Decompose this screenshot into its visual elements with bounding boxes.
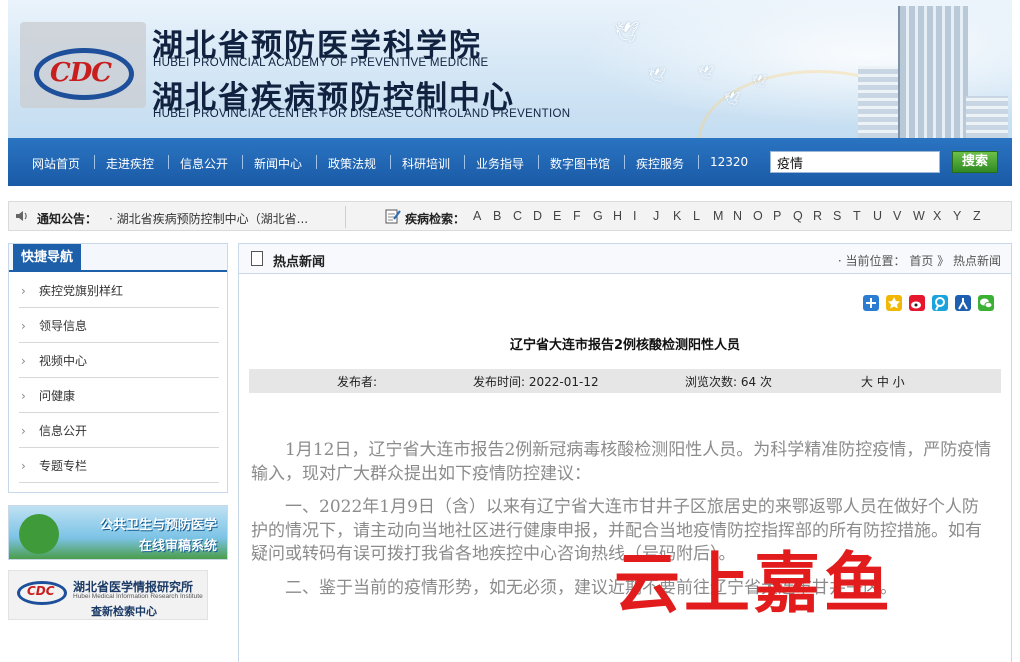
letter-link-d[interactable]: D (533, 209, 553, 223)
nav-item-about[interactable]: 走进疾控 (106, 155, 154, 172)
chevron-right-icon: › (21, 284, 26, 298)
quick-nav-item[interactable]: › 问健康 (19, 379, 219, 413)
section-title: 热点新闻 (273, 255, 326, 270)
meta-publish-time: 发布时间: 2022-01-12 (473, 375, 599, 389)
nav-item-guidance[interactable]: 业务指导 (476, 155, 524, 172)
letter-link-s[interactable]: S (833, 209, 853, 223)
tree-icon (19, 514, 59, 554)
letter-link-f[interactable]: F (573, 209, 593, 223)
search-button[interactable]: 搜索 (952, 151, 998, 173)
notice-label: 通知公告： (37, 212, 98, 226)
nav-item-policy[interactable]: 政策法规 (328, 155, 376, 172)
letter-link-l[interactable]: L (693, 209, 713, 223)
quick-nav-panel: 快捷导航 › 疾控党旗别样红 › 领导信息 › 视频中心 › 问健康 › 信息公… (8, 243, 228, 493)
quick-nav-item[interactable]: › 专题专栏 (19, 449, 219, 483)
letter-link-w[interactable]: W (913, 209, 933, 223)
chevron-right-icon: › (21, 459, 26, 473)
letter-link-i[interactable]: I (633, 209, 653, 223)
tencent-weibo-icon[interactable] (932, 295, 948, 311)
article-paragraph: 1月12日，辽宁省大连市报告2例新冠病毒核酸检测阳性人员。为科学精准防控疫情，严… (251, 440, 992, 484)
letter-link-m[interactable]: M (713, 209, 733, 223)
breadcrumb[interactable]: · 当前位置： 首页 》 热点新闻 (838, 252, 1001, 269)
nav-item-research[interactable]: 科研培训 (402, 155, 450, 172)
novelty-search-banner[interactable]: CDC 湖北省医学情报研究所 Hubei Medical Information… (8, 570, 208, 620)
disease-letter-index: ABCDEFGHIJKLMNOPQRSTUVWXYZ (473, 209, 993, 223)
chevron-right-icon: › (21, 319, 26, 333)
nav-item-news[interactable]: 新闻中心 (254, 155, 302, 172)
letter-link-e[interactable]: E (553, 209, 573, 223)
letter-link-n[interactable]: N (733, 209, 753, 223)
main-nav: 网站首页 走进疾控 信息公开 新闻中心 政策法规 科研培训 业务指导 数字图书馆… (8, 138, 1012, 186)
document-icon (251, 251, 263, 266)
qzone-icon[interactable] (886, 295, 902, 311)
dove-icon: 🕊 (648, 68, 666, 84)
nav-item-home[interactable]: 网站首页 (32, 155, 80, 172)
edit-search-icon (385, 209, 401, 224)
speaker-icon (16, 211, 27, 221)
letter-link-t[interactable]: T (853, 209, 873, 223)
quick-nav-item[interactable]: › 领导信息 (19, 309, 219, 343)
weibo-icon[interactable] (909, 295, 925, 311)
letter-link-o[interactable]: O (753, 209, 773, 223)
letter-link-k[interactable]: K (673, 209, 693, 223)
plus-icon[interactable] (863, 295, 879, 311)
dove-icon: 🕊 (724, 92, 741, 107)
quick-nav-item[interactable]: › 疾控党旗别样红 (19, 274, 219, 308)
letter-link-r[interactable]: R (813, 209, 833, 223)
letter-link-q[interactable]: Q (793, 209, 813, 223)
logo-text: CDC (27, 584, 55, 598)
letter-link-j[interactable]: J (653, 209, 673, 223)
meta-publisher: 发布者: (337, 375, 378, 389)
wechat-icon[interactable] (978, 295, 994, 311)
chevron-right-icon: › (21, 354, 26, 368)
nav-item-services[interactable]: 疾控服务 (636, 155, 684, 172)
font-size-controls[interactable]: 大 中 小 (861, 373, 905, 390)
letter-link-g[interactable]: G (593, 209, 613, 223)
cdc-logo[interactable]: CDC (20, 22, 146, 108)
notice-bar: 通知公告： · 湖北省疾病预防控制中心（湖北省... 疾病检索： ABCDEFG… (8, 201, 1012, 231)
letter-link-y[interactable]: Y (953, 209, 973, 223)
dove-icon: 🕊 (698, 66, 715, 81)
quick-nav-item[interactable]: › 信息公开 (19, 414, 219, 448)
meta-view-count: 浏览次数: 64 次 (685, 375, 772, 389)
renren-icon[interactable] (955, 295, 971, 311)
letter-link-h[interactable]: H (613, 209, 633, 223)
article-title: 辽宁省大连市报告2例核酸检测阳性人员 (509, 338, 741, 353)
letter-link-v[interactable]: V (893, 209, 913, 223)
nav-item-info[interactable]: 信息公开 (180, 155, 228, 172)
quick-nav-item[interactable]: › 视频中心 (19, 344, 219, 378)
article-meta: 发布者: 发布时间: 2022-01-12 浏览次数: 64 次 大 中 小 (249, 369, 1001, 393)
logo-text: CDC (50, 58, 112, 88)
search-input[interactable] (770, 151, 940, 173)
letter-link-z[interactable]: Z (973, 209, 993, 223)
nav-item-12320[interactable]: 12320 (710, 155, 748, 169)
chevron-right-icon: › (21, 424, 26, 438)
letter-link-u[interactable]: U (873, 209, 893, 223)
nav-item-library[interactable]: 数字图书馆 (550, 155, 610, 172)
quick-nav-title: 快捷导航 (13, 244, 82, 272)
disease-search-label: 疾病检索： (405, 212, 466, 226)
watermark: 云上嘉鱼 (614, 544, 894, 622)
chevron-right-icon: › (21, 389, 26, 403)
review-system-banner[interactable]: 公共卫生与预防医学 在线审稿系统 (8, 505, 228, 560)
dove-icon: 🕊 (614, 20, 640, 44)
site-subtitle-cdc: HUBEI PROVINCIAL CENTER FOR DISEASE CONT… (153, 108, 571, 120)
letter-link-p[interactable]: P (773, 209, 793, 223)
page: { "header": { "title_cn_1": "湖北省预防医学科学院"… (0, 0, 1020, 662)
letter-link-a[interactable]: A (473, 209, 493, 223)
header-banner: CDC 湖北省预防医学科学院 HUBEI PROVINCIAL ACADEMY … (8, 0, 1012, 138)
letter-link-x[interactable]: X (933, 209, 953, 223)
building-illustration (858, 6, 1008, 138)
letter-link-b[interactable]: B (493, 209, 513, 223)
notice-text[interactable]: · 湖北省疾病预防控制中心（湖北省... (109, 210, 308, 227)
letter-link-c[interactable]: C (513, 209, 533, 223)
site-subtitle-academy: HUBEI PROVINCIAL ACADEMY OF PREVENTIVE M… (153, 57, 489, 69)
dove-icon: 🕊 (752, 74, 768, 88)
